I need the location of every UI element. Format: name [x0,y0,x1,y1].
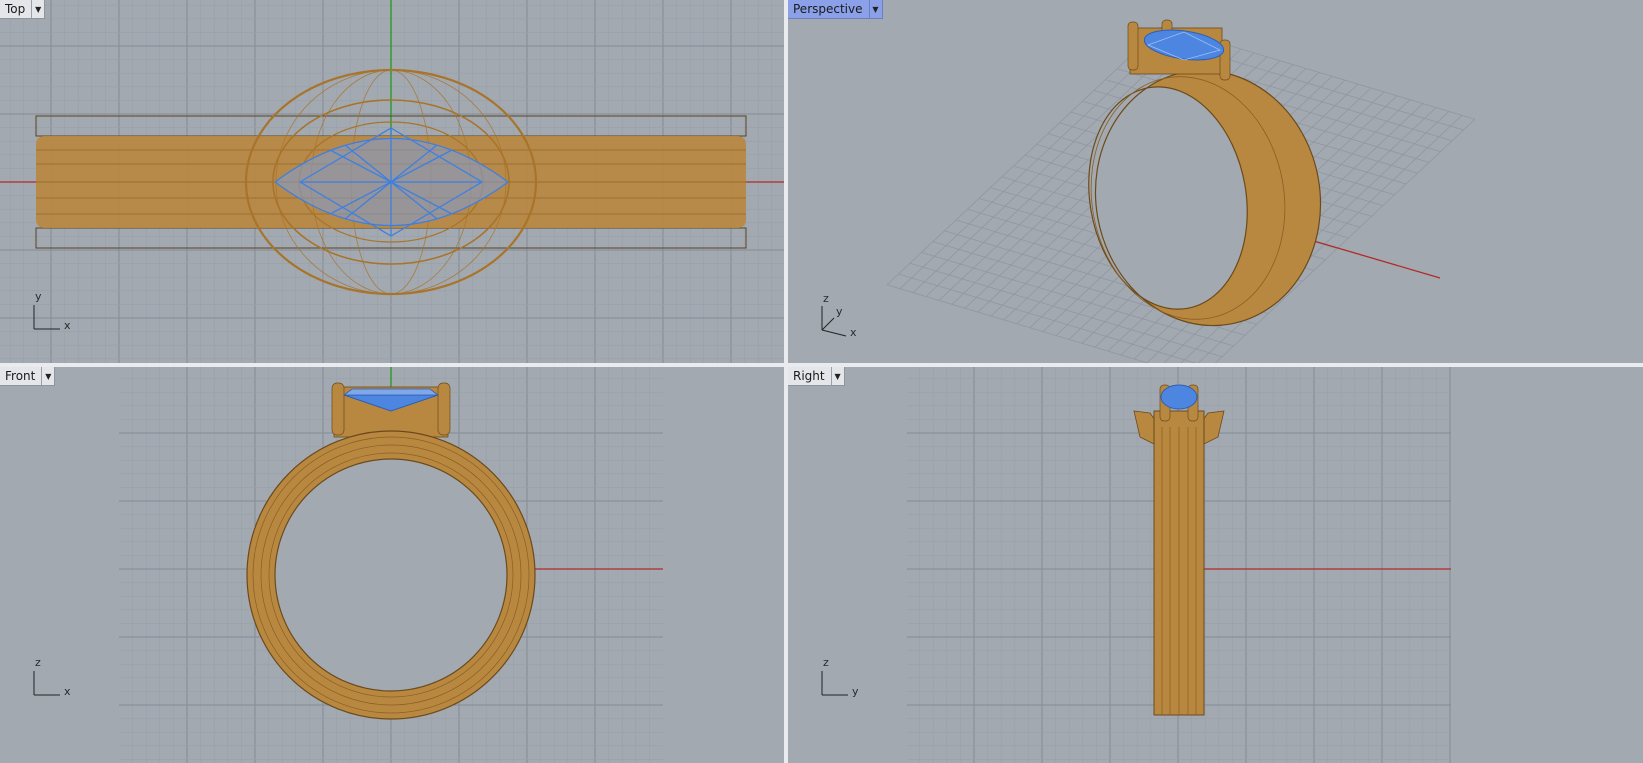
viewport-tab-perspective[interactable]: Perspective ▼ [788,0,883,19]
chevron-down-icon[interactable]: ▼ [41,367,54,385]
axis-label-z: z [35,656,41,669]
viewport-tab-front[interactable]: Front ▼ [0,367,56,386]
top-view-canvas[interactable] [0,0,784,363]
axis-label-x: x [850,326,857,339]
ring-right-wireframe [1133,384,1225,716]
chevron-down-icon[interactable]: ▼ [830,367,844,385]
axis-label-z: z [823,656,829,669]
axis-label-y: y [836,305,843,318]
axis-indicator [33,671,60,696]
chevron-down-icon[interactable]: ▼ [31,0,44,18]
axis-label-y: y [852,685,859,698]
viewport-title[interactable]: Front [0,367,41,385]
axis-label-z: z [823,292,829,305]
axis-indicator [821,671,848,696]
viewport-title[interactable]: Perspective [788,0,869,18]
gem-right-wireframe [1160,384,1198,410]
axis-indicator [33,305,60,330]
axis-label-y: y [35,290,42,303]
right-view-canvas[interactable] [788,367,1643,763]
viewport-front[interactable]: x z Front ▼ [0,367,784,763]
chevron-down-icon[interactable]: ▼ [868,0,882,18]
perspective-view-canvas[interactable] [788,0,1643,363]
viewport-right[interactable]: y z Right ▼ [788,367,1643,763]
axis-label-x: x [64,685,71,698]
rhino-viewport-layout: x y Top ▼ x y z Perspective ▼ x z Front … [0,0,1643,763]
viewport-tab-top[interactable]: Top ▼ [0,0,46,19]
viewport-title[interactable]: Top [0,0,31,18]
viewport-title[interactable]: Right [788,367,831,385]
viewport-top[interactable]: x y Top ▼ [0,0,784,363]
viewport-tab-right[interactable]: Right ▼ [788,367,845,386]
viewport-perspective[interactable]: x y z Perspective ▼ [788,0,1643,363]
axis-label-x: x [64,319,71,332]
front-view-canvas[interactable] [0,367,784,763]
